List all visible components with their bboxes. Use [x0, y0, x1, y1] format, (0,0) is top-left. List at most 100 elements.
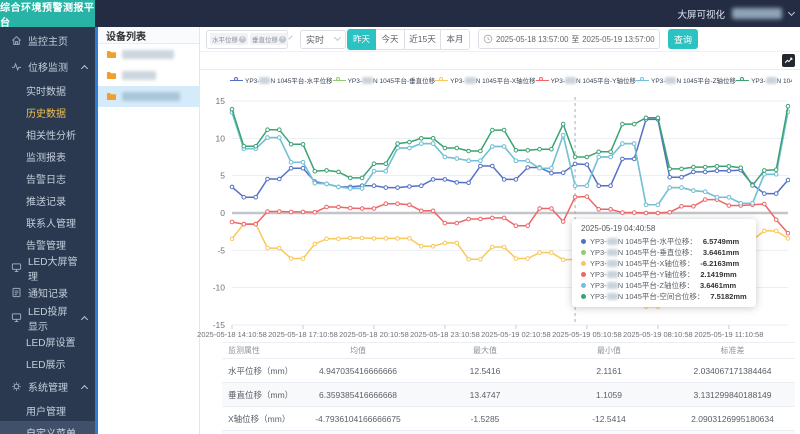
- legend-item-2[interactable]: YP3- N 1045平台-垂直位移: [332, 75, 436, 85]
- metric-tag-label: 垂直位移: [252, 37, 278, 44]
- line-chart-toggle-icon[interactable]: [782, 54, 795, 67]
- sidebar-item-displacement[interactable]: 位移监测: [0, 54, 95, 79]
- sidebar-item-home[interactable]: 监控主页: [0, 27, 95, 54]
- table-cell: 2.034067171384464: [693, 365, 772, 376]
- table-row[interactable]: 水平位移（mm） 4.947035416666666 12.5416 2.1161 2.…: [222, 359, 795, 383]
- date-start: 2025-05-18 13:57:00: [496, 34, 569, 44]
- table-cell: 2.1161: [596, 365, 622, 376]
- svg-text:0: 0: [220, 208, 225, 218]
- tooltip-row: YP3- N 1045平台-水平位移： 6.5749mm: [581, 236, 747, 247]
- legend-item-4[interactable]: YP3- N 1045平台-Y轴位移: [535, 75, 636, 85]
- device-item[interactable]: [98, 44, 199, 65]
- sidebar-item-led-screen[interactable]: LED大屏管理: [0, 255, 95, 283]
- quick-range-3[interactable]: 近15天: [405, 28, 441, 50]
- tooltip-series-label: YP3- N 1045平台-X轴位移：: [590, 259, 695, 268]
- sidebar-item-label: 位移监测: [28, 63, 68, 74]
- svg-text:15: 15: [216, 96, 226, 106]
- legend-item-5[interactable]: YP3- N 1045平台-Z轴位移: [636, 75, 736, 85]
- series-1: [229, 117, 790, 200]
- sidebar-subitem-led-display[interactable]: LED展示: [0, 352, 95, 374]
- table-header-cell: 监测属性: [228, 346, 260, 355]
- legend-marker-icon: [230, 76, 243, 85]
- date-range-input[interactable]: 2025-05-18 13:57:00 至 2025-05-19 13:57:0…: [478, 29, 660, 49]
- metric-tag[interactable]: 垂直位移 ×: [250, 33, 288, 45]
- series-markers: [229, 117, 790, 200]
- legend-marker-icon: [435, 76, 449, 85]
- device-item[interactable]: [98, 86, 199, 107]
- legend-marker-icon: [636, 76, 649, 85]
- close-icon[interactable]: ×: [239, 35, 246, 43]
- sidebar-subitem-push-log[interactable]: 推送记录: [0, 189, 95, 211]
- redacted-text: [606, 260, 618, 267]
- series-6: [229, 103, 790, 188]
- chevron-down-icon: [288, 35, 293, 40]
- table-header-cell: 均值: [350, 346, 366, 355]
- tooltip-value: 3.6461mm: [699, 281, 737, 290]
- quick-range-1[interactable]: 昨天: [347, 28, 376, 50]
- tooltip-series-label: YP3- N 1045平台-Y轴位移：: [590, 270, 695, 279]
- chevron-up-icon: [80, 315, 89, 323]
- mode-select-value: 实时: [306, 34, 325, 45]
- sidebar-subitem-report[interactable]: 监测报表: [0, 145, 95, 167]
- device-item[interactable]: [98, 65, 199, 86]
- sidebar-item-notice[interactable]: 通知记录: [0, 280, 95, 305]
- sidebar-item-led-cast[interactable]: LED投屏显示: [0, 305, 95, 333]
- tooltip-series-label: YP3- N 1045平台-垂直位移：: [590, 248, 697, 257]
- legend-label: YP3- N 1045平台-垂直位移: [347, 77, 436, 85]
- tooltip-row: YP3- N 1045平台-Y轴位移： 2.1419mm: [581, 269, 747, 280]
- redacted-text: [665, 77, 677, 84]
- query-button[interactable]: 查询: [668, 29, 698, 49]
- sidebar-subitem-led-setting[interactable]: LED屏设置: [0, 330, 95, 352]
- redacted-text: [606, 249, 618, 256]
- big-screen-link[interactable]: 大屏可视化: [677, 7, 725, 21]
- table-cell: 3.131299840188149: [693, 389, 772, 400]
- table-cell: 12.5416: [469, 365, 501, 376]
- chevron-down-icon[interactable]: [787, 8, 796, 16]
- home-icon: [11, 35, 21, 45]
- quick-range-4[interactable]: 本月: [441, 28, 470, 50]
- metric-tag[interactable]: 水平位移 ×: [210, 33, 248, 45]
- table-cell: 垂直位移（mm）: [228, 389, 294, 400]
- legend-item-6[interactable]: YP3-N 1045平台-空间合位移: [736, 75, 792, 85]
- svg-text:10: 10: [216, 133, 226, 143]
- sidebar-subitem-user-mgmt[interactable]: 用户管理: [0, 399, 95, 421]
- notice-icon: [12, 287, 20, 298]
- folder-icon: [106, 72, 117, 79]
- sidebar-subitem-alarm-log[interactable]: 告警日志: [0, 167, 95, 189]
- redacted-text: [565, 77, 577, 84]
- legend-item-1[interactable]: YP3- N 1045平台-水平位移: [230, 75, 333, 85]
- series-markers: [229, 109, 790, 208]
- y-axis-labels: 15 10 5 0 -5 -10 -15: [213, 96, 226, 330]
- close-icon[interactable]: ×: [279, 35, 286, 43]
- table-row[interactable]: 垂直位移（mm） 6.359385416666668 13.4747 1.1059 3.…: [222, 383, 795, 407]
- legend-item-3[interactable]: YP3- N 1045平台-X轴位移: [435, 75, 536, 85]
- series-markers: [229, 103, 790, 188]
- tooltip-rows: YP3- N 1045平台-水平位移： 6.5749mm YP3- N 1045平台-垂…: [581, 236, 747, 302]
- table-cell: 13.4747: [469, 389, 501, 400]
- filter-bar: 水平位移 × 垂直位移 × 实时 昨天 今天 近15天 本月 2025-05-18 13:5…: [200, 27, 800, 52]
- redacted-text: [606, 293, 618, 300]
- stats-table: 监测属性 均值 最大值 最小值 标准差 水平位移（mm） 4.947035416666666…: [222, 342, 795, 434]
- sidebar-subitem-contacts[interactable]: 联系人管理: [0, 211, 95, 233]
- tooltip-row: YP3- N 1045平台-Z轴位移： 3.6461mm: [581, 280, 747, 291]
- main-content: 水平位移 × 垂直位移 × 实时 昨天 今天 近15天 本月 2025-05-18 13:5…: [197, 27, 800, 434]
- sidebar-subitem-realtime[interactable]: 实时数据: [0, 79, 95, 101]
- tooltip-series-label: YP3- N 1045平台-水平位移：: [590, 237, 697, 246]
- mode-select[interactable]: 实时: [300, 29, 346, 49]
- tooltip-series-label: YP3- N 1045平台-空间合位移：: [590, 292, 705, 301]
- table-row[interactable]: X轴位移（mm） -4.7936104166666675 -1.5285 -12.54…: [222, 407, 795, 431]
- quick-range-2[interactable]: 今天: [376, 28, 405, 50]
- sidebar-subitem-history[interactable]: 历史数据: [0, 101, 95, 123]
- sidebar-item-system[interactable]: 系统管理: [0, 374, 95, 399]
- legend-label: YP3- N 1045平台-Z轴位移: [651, 77, 737, 85]
- quick-range-group: 昨天 今天 近15天 本月: [347, 28, 470, 50]
- metric-multiselect[interactable]: 水平位移 × 垂直位移 ×: [206, 29, 293, 49]
- svg-text:2025-05-18 14:10:58: 2025-05-18 14:10:58: [197, 330, 267, 339]
- device-name-redacted: [122, 50, 174, 59]
- tooltip-row: YP3- N 1045平台-垂直位移： 3.6461mm: [581, 247, 747, 258]
- sidebar-subitem-custom-menu[interactable]: 自定义菜单: [0, 421, 95, 434]
- redacted-text: [765, 77, 777, 84]
- sidebar-subitem-correlation[interactable]: 相关性分析: [0, 123, 95, 145]
- x-axis-labels: 2025-05-18 14:10:58 2025-05-18 17:10:58 20…: [197, 330, 763, 339]
- date-end: 2025-05-19 13:57:00: [582, 34, 655, 44]
